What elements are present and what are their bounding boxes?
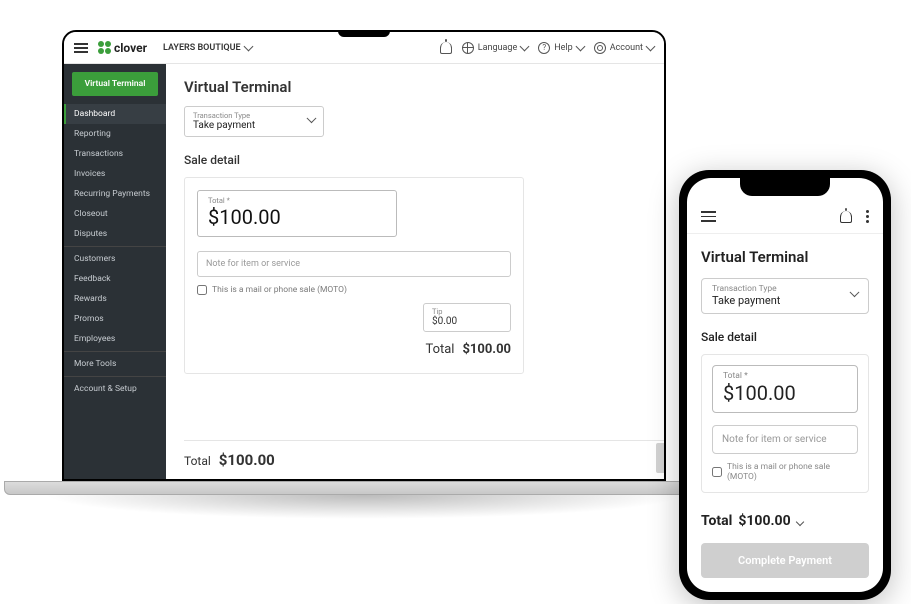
sidebar: Virtual Terminal DashboardReportingTrans…: [64, 64, 166, 479]
sidebar-item-promos[interactable]: Promos: [64, 309, 166, 329]
subtotal-row: Total $100.00: [197, 342, 511, 357]
bell-icon: [440, 42, 452, 54]
brand-name: clover: [114, 41, 147, 55]
footer-total-bar[interactable]: Total $100.00: [687, 503, 883, 539]
laptop-mockup: clover LAYERS BOUTIQUE Language ?Help Ac…: [4, 0, 724, 525]
transaction-type-select[interactable]: Transaction Type Take payment: [701, 278, 869, 314]
sidebar-divider: [64, 351, 166, 352]
moto-checkbox[interactable]: This is a mail or phone sale (MOTO): [197, 285, 511, 295]
footer-total-bar: Total $100.00: [184, 440, 664, 479]
sidebar-item-account-setup[interactable]: Account & Setup: [64, 379, 166, 399]
sidebar-item-recurring-payments[interactable]: Recurring Payments: [64, 184, 166, 204]
sidebar-divider: [64, 376, 166, 377]
chevron-down-icon: [575, 41, 585, 51]
chevron-down-icon: [520, 41, 530, 51]
sidebar-divider: [64, 246, 166, 247]
main-panel: Virtual Terminal Transaction Type Take p…: [166, 64, 664, 479]
menu-icon[interactable]: [74, 43, 88, 53]
page-title: Virtual Terminal: [184, 78, 646, 96]
sidebar-item-rewards[interactable]: Rewards: [64, 289, 166, 309]
sidebar-item-customers[interactable]: Customers: [64, 249, 166, 269]
brand-logo[interactable]: clover: [98, 41, 147, 55]
gear-icon: [594, 42, 606, 54]
phone-notch: [740, 178, 830, 196]
tip-input[interactable]: Tip $0.00: [423, 303, 511, 332]
globe-icon: [462, 42, 474, 54]
laptop-camera-notch: [338, 30, 390, 37]
merchant-switcher[interactable]: LAYERS BOUTIQUE: [163, 43, 252, 53]
laptop-base: [4, 481, 724, 525]
phone-mockup: Virtual Terminal Transaction Type Take p…: [679, 170, 891, 600]
desktop-app: clover LAYERS BOUTIQUE Language ?Help Ac…: [64, 32, 664, 479]
transaction-type-select[interactable]: Transaction Type Take payment: [184, 106, 324, 137]
language-menu[interactable]: Language: [462, 42, 528, 54]
sale-detail-card: Total * $100.00 Note for item or service…: [701, 354, 869, 493]
amount-input[interactable]: Total * $100.00: [197, 190, 397, 237]
sidebar-item-transactions[interactable]: Transactions: [64, 144, 166, 164]
mobile-app: Virtual Terminal Transaction Type Take p…: [687, 178, 883, 592]
note-input[interactable]: Note for item or service: [197, 251, 511, 277]
moto-checkbox[interactable]: This is a mail or phone sale (MOTO): [712, 462, 858, 482]
sale-detail-card: Total * $100.00 Note for item or service…: [184, 177, 524, 374]
sidebar-item-employees[interactable]: Employees: [64, 329, 166, 349]
help-icon: ?: [538, 42, 550, 54]
sidebar-item-more-tools[interactable]: More Tools: [64, 354, 166, 374]
virtual-terminal-button[interactable]: Virtual Terminal: [72, 72, 158, 96]
menu-icon[interactable]: [701, 211, 716, 222]
notifications-button[interactable]: [440, 42, 452, 54]
amount-input[interactable]: Total * $100.00: [712, 365, 858, 413]
moto-checkbox-input[interactable]: [197, 285, 207, 295]
sale-detail-heading: Sale detail: [701, 330, 869, 344]
sidebar-item-closeout[interactable]: Closeout: [64, 204, 166, 224]
sidebar-item-reporting[interactable]: Reporting: [64, 124, 166, 144]
sidebar-item-disputes[interactable]: Disputes: [64, 224, 166, 244]
sidebar-item-dashboard[interactable]: Dashboard: [64, 104, 166, 124]
page-title: Virtual Terminal: [701, 248, 869, 266]
next-button-edge[interactable]: [656, 443, 664, 473]
help-menu[interactable]: ?Help: [538, 42, 583, 54]
note-input[interactable]: Note for item or service: [712, 425, 858, 454]
complete-payment-button[interactable]: Complete Payment: [701, 543, 869, 578]
sale-detail-heading: Sale detail: [184, 153, 646, 167]
chevron-down-icon: [243, 41, 253, 51]
clover-icon: [98, 41, 111, 54]
sidebar-item-invoices[interactable]: Invoices: [64, 164, 166, 184]
mobile-topbar: [687, 204, 883, 234]
chevron-down-icon: [795, 518, 803, 526]
account-menu[interactable]: Account: [594, 42, 654, 54]
moto-checkbox-input[interactable]: [712, 467, 722, 477]
bell-icon[interactable]: [840, 211, 852, 223]
sidebar-item-feedback[interactable]: Feedback: [64, 269, 166, 289]
more-icon[interactable]: [866, 210, 869, 223]
merchant-name: LAYERS BOUTIQUE: [163, 43, 241, 53]
chevron-down-icon: [646, 41, 656, 51]
laptop-screen: clover LAYERS BOUTIQUE Language ?Help Ac…: [62, 30, 666, 481]
